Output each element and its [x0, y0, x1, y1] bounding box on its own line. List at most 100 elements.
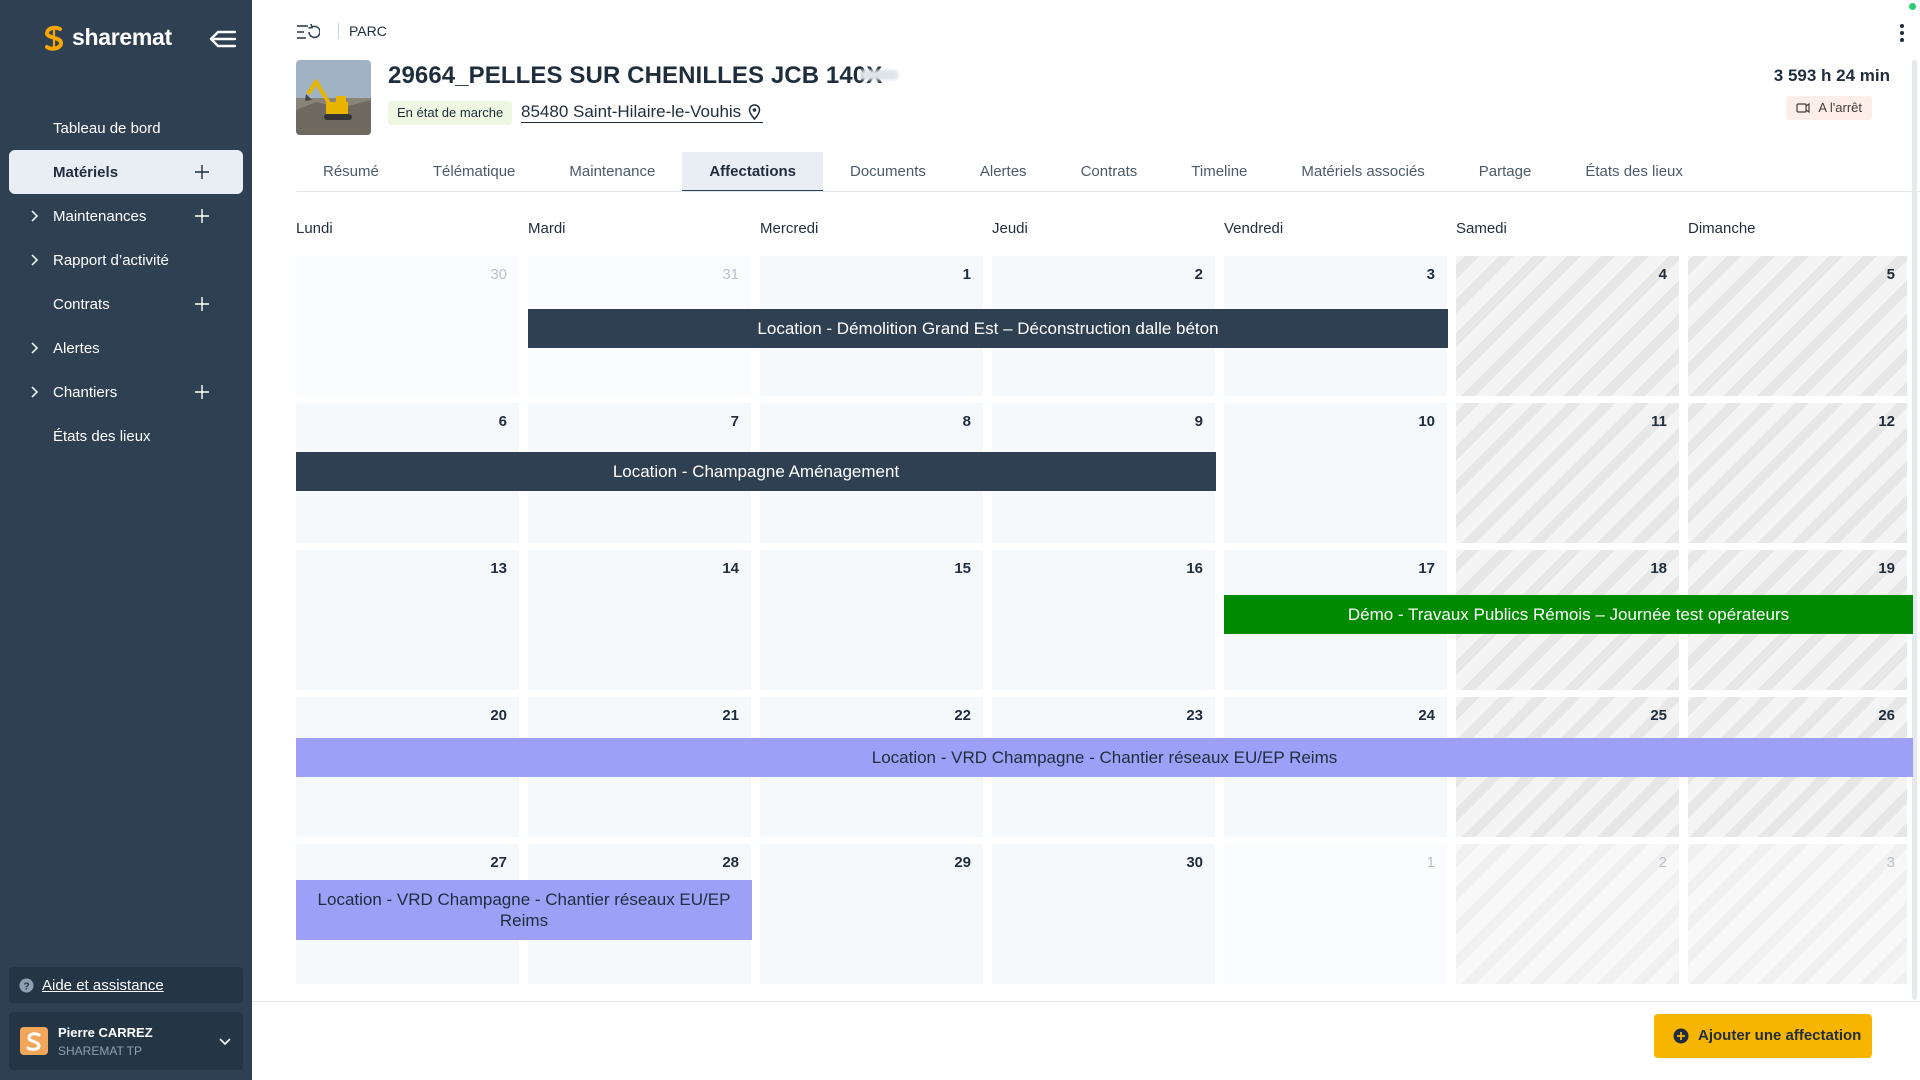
sidebar: sharemat Tableau de bord Matériels Maint…	[0, 0, 252, 1080]
day-number: 9	[1194, 413, 1203, 430]
sidebar-item-contrats[interactable]: Contrats	[0, 282, 252, 326]
avatar	[20, 1027, 48, 1055]
sidebar-item-label: Chantiers	[53, 383, 118, 401]
sharemat-logo-icon	[45, 25, 64, 51]
calendar-day-cell[interactable]: 5	[1688, 256, 1907, 396]
collapse-sidebar-icon[interactable]	[208, 26, 238, 52]
sidebar-item-alertes[interactable]: Alertes	[0, 326, 252, 370]
sidebar-item-maintenances[interactable]: Maintenances	[0, 194, 252, 238]
day-number: 28	[722, 854, 739, 871]
tab-telematique[interactable]: Télématique	[406, 152, 543, 192]
calendar-day-cell[interactable]: 2	[1456, 844, 1679, 984]
add-maintenance-plus-icon[interactable]	[194, 208, 210, 224]
sidebar-item-materiels[interactable]: Matériels	[9, 150, 243, 194]
assignment-event[interactable]: Location - Champagne Aménagement	[296, 452, 1216, 491]
day-number: 13	[490, 560, 507, 577]
add-contrat-plus-icon[interactable]	[194, 296, 210, 312]
chevron-right-icon	[31, 254, 39, 266]
calendar-day-cell[interactable]: 14	[528, 550, 751, 690]
calendar-day-cell[interactable]: 29	[760, 844, 983, 984]
sidebar-item-dashboard[interactable]: Tableau de bord	[0, 106, 252, 150]
tab-documents[interactable]: Documents	[823, 152, 953, 192]
sidebar-item-label: Contrats	[53, 295, 110, 313]
day-number: 30	[490, 266, 507, 283]
question-circle-icon: ?	[19, 978, 34, 993]
assignment-event[interactable]: Démo - Travaux Publics Rémois – Journée …	[1224, 595, 1913, 634]
calendar-day-cell[interactable]: 11	[1456, 403, 1679, 543]
sidebar-item-label: Matériels	[53, 163, 119, 181]
engine-hours: 3 593 h 24 min	[1773, 66, 1890, 85]
day-number: 12	[1878, 413, 1895, 430]
footer-divider	[252, 1001, 1920, 1002]
calendar-day-cell[interactable]: 16	[992, 550, 1215, 690]
hidden-identifier	[860, 70, 898, 80]
user-menu[interactable]: Pierre CARREZ SHAREMAT TP	[9, 1012, 243, 1070]
day-number: 23	[1186, 707, 1203, 724]
calendar-day-cell[interactable]: 4	[1456, 256, 1679, 396]
tab-affectations[interactable]: Affectations	[682, 152, 823, 192]
tab-contrats[interactable]: Contrats	[1054, 152, 1165, 192]
calendar-day-cell[interactable]: 30	[992, 844, 1215, 984]
assignment-event[interactable]: Location - Démolition Grand Est – Décons…	[528, 309, 1448, 348]
weekday-label: Jeudi	[992, 220, 1028, 237]
user-organization: SHAREMAT TP	[58, 1044, 143, 1058]
day-number: 16	[1186, 560, 1203, 577]
sidebar-nav: Tableau de bord Matériels Maintenances R…	[0, 106, 252, 458]
calendar-day-cell[interactable]: 15	[760, 550, 983, 690]
calendar-day-cell[interactable]: 13	[296, 550, 519, 690]
plus-circle-icon	[1673, 1028, 1689, 1044]
weekday-label: Lundi	[296, 220, 333, 237]
assignment-event[interactable]: Location - VRD Champagne - Chantier rése…	[296, 738, 1913, 777]
calendar-day-cell[interactable]: 3	[1688, 844, 1907, 984]
day-number: 22	[954, 707, 971, 724]
calendar-day-cell[interactable]: 10	[1224, 403, 1447, 543]
calendar-day-cell[interactable]: 12	[1688, 403, 1907, 543]
day-number: 25	[1650, 707, 1667, 724]
calendar-day-cell[interactable]: 1	[1224, 844, 1447, 984]
sidebar-item-label: Rapport d’activité	[53, 251, 169, 269]
tab-etats-des-lieux[interactable]: États des lieux	[1558, 152, 1710, 192]
brand-logo[interactable]: sharemat	[42, 24, 172, 51]
tab-resume[interactable]: Résumé	[296, 152, 406, 192]
tab-timeline[interactable]: Timeline	[1164, 152, 1274, 192]
day-number: 19	[1878, 560, 1895, 577]
day-number: 2	[1194, 266, 1203, 283]
main-content: PARC 29664_PELLES SUR CHENILLES JCB 140X…	[252, 0, 1920, 1080]
day-number: 17	[1418, 560, 1435, 577]
day-number: 27	[490, 854, 507, 871]
map-pin-icon	[748, 104, 761, 120]
weekday-label: Samedi	[1456, 220, 1507, 237]
sidebar-item-etats-des-lieux[interactable]: États des lieux	[0, 414, 252, 458]
add-chantier-plus-icon[interactable]	[194, 384, 210, 400]
chevron-down-icon[interactable]	[218, 1034, 232, 1048]
location-link[interactable]: 85480 Saint-Hilaire-le-Vouhis	[521, 102, 764, 123]
day-number: 6	[498, 413, 507, 430]
sidebar-item-rapport-activite[interactable]: Rapport d’activité	[0, 238, 252, 282]
tab-materiels-associes[interactable]: Matériels associés	[1274, 152, 1451, 192]
day-number: 26	[1878, 707, 1895, 724]
weekday-label: Mercredi	[760, 220, 819, 237]
calendar-day-cell[interactable]: 30	[296, 256, 519, 396]
day-number: 24	[1418, 707, 1435, 724]
weekday-label: Mardi	[528, 220, 566, 237]
equipment-photo[interactable]	[296, 60, 371, 135]
day-number: 1	[962, 266, 971, 283]
equipment-title: 29664_PELLES SUR CHENILLES JCB 140X	[388, 62, 883, 89]
scrollbar[interactable]	[1912, 60, 1917, 1000]
more-options-icon[interactable]	[1898, 22, 1906, 44]
day-number: 14	[722, 560, 739, 577]
add-materiel-plus-icon[interactable]	[194, 164, 210, 180]
tab-partage[interactable]: Partage	[1452, 152, 1559, 192]
add-assignment-button[interactable]: Ajouter une affectation	[1654, 1014, 1872, 1058]
location-text: 85480 Saint-Hilaire-le-Vouhis	[521, 102, 742, 121]
assignment-event[interactable]: Location - VRD Champagne - Chantier rése…	[296, 880, 752, 940]
help-link[interactable]: ? Aide et assistance	[9, 967, 243, 1003]
tab-alertes[interactable]: Alertes	[953, 152, 1054, 192]
day-number: 20	[490, 707, 507, 724]
day-number: 3	[1426, 266, 1435, 283]
breadcrumb[interactable]: PARC	[338, 23, 387, 39]
tab-maintenance[interactable]: Maintenance	[542, 152, 682, 192]
history-filter-icon[interactable]	[296, 22, 320, 42]
sidebar-item-chantiers[interactable]: Chantiers	[0, 370, 252, 414]
sidebar-item-label: États des lieux	[53, 427, 151, 445]
